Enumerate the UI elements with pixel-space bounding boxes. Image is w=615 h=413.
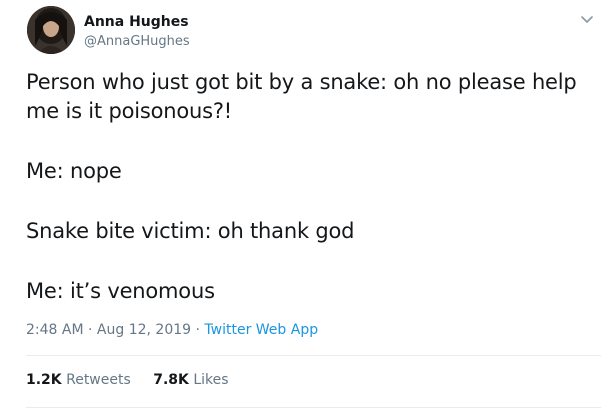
user-name[interactable]: Anna Hughes — [84, 14, 189, 30]
likes-label: Likes — [193, 372, 229, 388]
chevron-down-icon[interactable] — [577, 10, 597, 30]
tweet-time[interactable]: 2:48 AM — [26, 322, 84, 338]
tweet-source-link[interactable]: Twitter Web App — [204, 322, 318, 338]
tweet-text-line: me is it poisonous?! — [26, 99, 233, 123]
retweets-count: 1.2K — [26, 372, 62, 388]
avatar-image — [27, 6, 75, 54]
likes-stat[interactable]: 7.8K Likes — [153, 372, 228, 388]
retweets-stat[interactable]: 1.2K Retweets — [26, 372, 131, 388]
tweet-card: Anna Hughes @AnnaGHughes Person who just… — [0, 0, 615, 413]
tweet-text-line: Snake bite victim: oh thank god — [26, 219, 355, 243]
likes-count: 7.8K — [153, 372, 189, 388]
tweet-text: Person who just got bit by a snake: oh n… — [26, 68, 595, 306]
tweet-date[interactable]: Aug 12, 2019 — [97, 322, 191, 338]
tweet-metadata: 2:48 AM · Aug 12, 2019 · Twitter Web App — [26, 322, 318, 338]
tweet-text-line: Me: nope — [26, 159, 122, 183]
divider — [26, 355, 601, 356]
user-handle[interactable]: @AnnaGHughes — [84, 34, 190, 49]
tweet-header: Anna Hughes @AnnaGHughes — [24, 6, 597, 62]
meta-separator: · — [83, 322, 97, 338]
meta-separator: · — [191, 322, 205, 338]
divider — [26, 407, 601, 408]
avatar[interactable] — [27, 6, 75, 54]
tweet-text-line: Me: it’s venomous — [26, 279, 215, 303]
retweets-label: Retweets — [66, 372, 131, 388]
tweet-text-line: Person who just got bit by a snake: oh n… — [26, 70, 577, 94]
tweet-stats: 1.2K Retweets 7.8K Likes — [26, 372, 247, 388]
